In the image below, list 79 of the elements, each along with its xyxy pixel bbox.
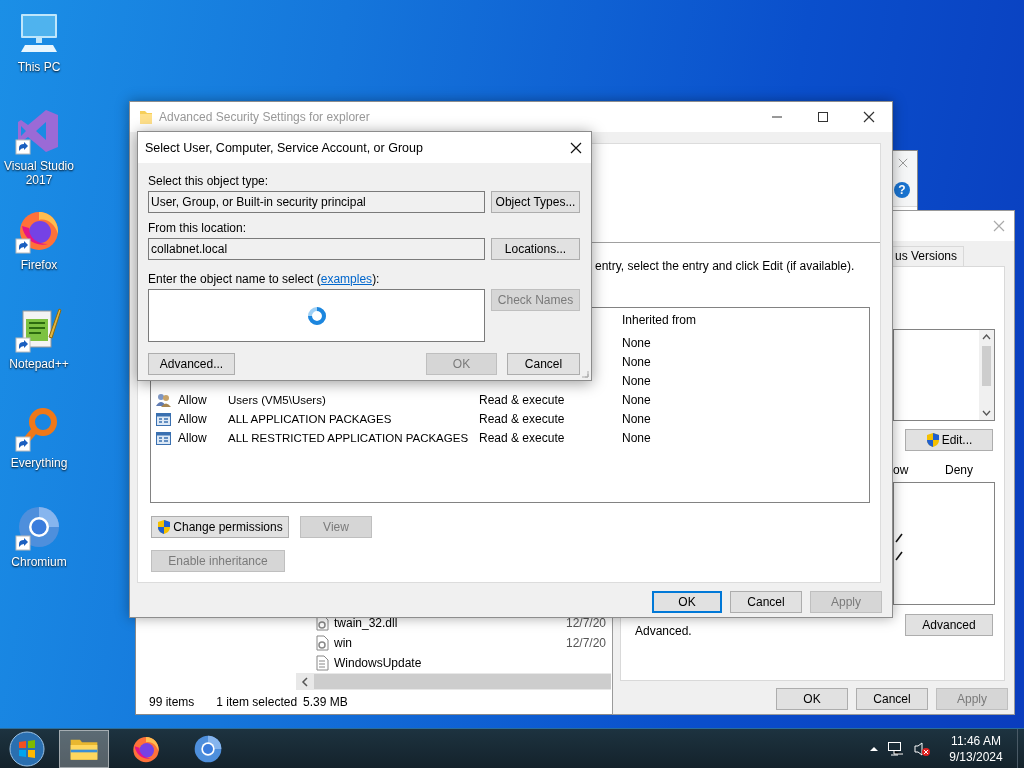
dialog-title: Select User, Computer, Service Account, or Group <box>145 140 424 155</box>
field-label: From this location: <box>148 221 248 235</box>
column-header: ow <box>893 463 909 477</box>
file-name[interactable]: twain_32.dll <box>334 616 566 630</box>
chevron-up-icon <box>982 334 991 340</box>
column-header: Inherited from <box>622 312 698 327</box>
file-name[interactable]: win <box>334 636 566 650</box>
horizontal-scrollbar[interactable] <box>296 673 611 690</box>
table-cell-text: None <box>622 335 652 350</box>
table-cell-text: None <box>622 430 652 445</box>
location-field[interactable]: collabnet.local <box>148 238 485 260</box>
note-text: Advanced. <box>635 624 693 638</box>
desktop-shortcut[interactable]: Visual Studio 2017 <box>0 107 78 206</box>
taskbar-button[interactable] <box>59 729 109 768</box>
network-icon[interactable] <box>887 740 905 757</box>
advanced-button[interactable]: Advanced <box>905 614 993 636</box>
table-cell-text: Users (VM5\Users) <box>228 393 327 406</box>
resize-grip-icon <box>581 370 589 378</box>
status-text: 1 item selected <box>216 695 298 709</box>
file-name[interactable]: WindowsUpdate <box>334 656 566 670</box>
table-cell-text: Allow <box>178 392 208 407</box>
app-window-icon <box>155 410 172 427</box>
object-name-field[interactable] <box>148 289 485 342</box>
speaker-muted-icon[interactable] <box>913 740 931 757</box>
help-icon[interactable]: ? <box>894 182 910 198</box>
window-title: Advanced Security Settings for explorer <box>159 110 370 124</box>
chevron-up-icon[interactable] <box>869 744 879 753</box>
file-date: 12/7/20 <box>566 616 607 630</box>
table-cell-text: ALL APPLICATION PACKAGES <box>228 412 393 425</box>
advanced-button[interactable]: Advanced... <box>148 353 235 375</box>
status-text: 5.39 MB <box>303 695 348 709</box>
desktop-shortcut[interactable]: Everything <box>0 404 78 503</box>
object-type-field[interactable]: User, Group, or Built-in security principal <box>148 191 485 213</box>
table-cell-text: Allow <box>178 411 208 426</box>
text-file-icon <box>314 655 330 671</box>
chevron-left-icon <box>301 676 309 687</box>
clock-time: 11:46 AM <box>951 732 1001 749</box>
desktop-shortcut[interactable]: Notepad++ <box>0 305 78 404</box>
close-icon[interactable] <box>863 111 875 123</box>
change-permissions-button[interactable]: Change permissions <box>151 516 289 538</box>
close-icon[interactable] <box>570 141 582 154</box>
instructions-text: entry, select the entry and click Edit (if available). <box>594 259 856 273</box>
gear-file-icon <box>314 635 330 651</box>
vertical-scrollbar[interactable] <box>979 330 994 420</box>
table-cell-text: Read & execute <box>479 430 566 445</box>
object-types-button[interactable]: Object Types... <box>491 191 580 213</box>
desktop-shortcut[interactable]: Firefox <box>0 206 78 305</box>
table-cell-text: Read & execute <box>479 411 566 426</box>
cancel-button[interactable]: Cancel <box>730 591 802 613</box>
status-text: 99 items <box>149 695 195 709</box>
table-cell-text: None <box>622 411 652 426</box>
clock[interactable]: 11:46 AM 9/13/2024 <box>945 732 1007 765</box>
table-cell-text: None <box>622 373 652 388</box>
field-label: Enter the object name to select (examples): <box>148 272 381 286</box>
table-cell-text: None <box>622 392 652 407</box>
table-cell-text: ALL RESTRICTED APPLICATION PACKAGES <box>228 431 470 444</box>
app-window-icon <box>155 429 172 446</box>
chevron-down-icon <box>982 410 991 416</box>
cancel-button[interactable]: Cancel <box>856 688 928 710</box>
folder-icon <box>139 109 153 125</box>
user-list[interactable] <box>893 329 995 421</box>
table-cell-text: None <box>622 354 652 369</box>
file-date: 12/7/20 <box>566 636 607 650</box>
table-cell-text: Read & execute <box>479 392 566 407</box>
desktop-shortcut[interactable]: Chromium <box>0 503 78 602</box>
clock-date: 9/13/2024 <box>949 748 1003 765</box>
table-cell-text: Allow <box>178 430 208 445</box>
users-icon <box>155 391 172 408</box>
field-label: Select this object type: <box>148 174 270 188</box>
examples-link[interactable]: examples <box>320 272 373 286</box>
cancel-button[interactable]: Cancel <box>507 353 580 375</box>
column-header: Deny <box>945 463 973 477</box>
desktop-shortcut[interactable]: This PC <box>0 8 78 107</box>
locations-button[interactable]: Locations... <box>491 238 580 260</box>
start-button[interactable] <box>7 728 47 768</box>
maximize-icon[interactable] <box>817 111 829 123</box>
edit-button[interactable]: Edit... <box>905 429 993 451</box>
ok-button[interactable]: OK <box>652 591 722 613</box>
ok-button[interactable]: OK <box>776 688 848 710</box>
